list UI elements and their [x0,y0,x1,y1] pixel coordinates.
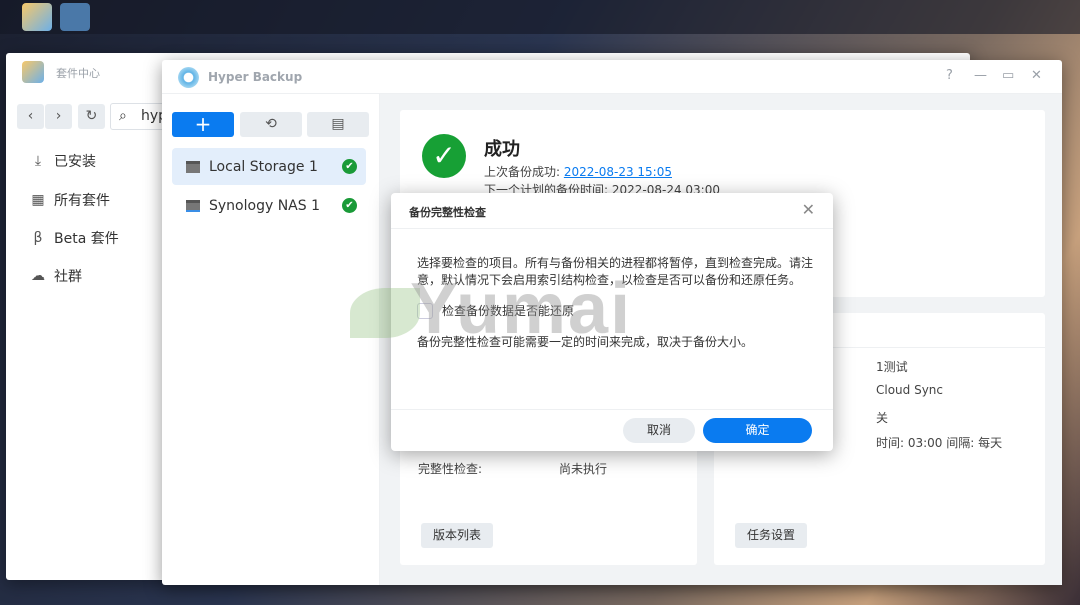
ok-button[interactable]: 确定 [703,418,812,443]
nav-all-packages[interactable]: ▦ 所有套件 [30,190,110,210]
last-backup: 上次备份成功: 2022-08-23 15:05 [484,163,672,180]
close-icon[interactable]: ✕ [802,200,815,219]
nav-community[interactable]: ☁ 社群 [30,266,82,286]
dialog-description: 选择要检查的项目。所有与备份相关的进程都将暂停，直到检查完成。请注意，默认情况下… [417,256,814,287]
grid-icon: ▦ [31,192,45,208]
integrity-check-dialog: 备份完整性检查 ✕ 选择要检查的项目。所有与备份相关的进程都将暂停，直到检查完成… [391,193,833,451]
taskbar [0,0,1080,34]
search-input[interactable]: ⌕ hyp [110,103,170,130]
checkbox-label[interactable]: 检查备份数据是否能还原 [442,303,842,320]
divider [391,228,833,229]
restore-button[interactable]: ⟲ [240,112,302,137]
package-center-taskbar-icon[interactable] [22,3,52,31]
close-icon[interactable]: ✕ [1031,68,1042,83]
search-icon: ⌕ [119,108,127,124]
nav-label: Beta 套件 [54,231,119,247]
nav-installed[interactable]: ⤓ 已安装 [30,151,96,171]
task-item[interactable]: Synology NAS 1 ✔ [172,187,366,224]
success-icon: ✓ [422,134,466,178]
window-title: Hyper Backup [208,70,303,84]
task-info-value: 时间: 03:00 间隔: 每天 [876,436,1003,450]
restore-check-checkbox[interactable] [417,303,433,319]
cancel-button[interactable]: 取消 [623,418,695,443]
download-icon: ⤓ [34,153,42,169]
status-title: 成功 [484,139,520,160]
hyper-backup-taskbar-icon[interactable] [60,3,90,31]
task-name: Local Storage 1 [209,158,318,175]
nav-label: 已安装 [54,154,96,170]
task-sidebar: + ⟲ ▤ Local Storage 1 ✔ Synology NAS 1 ✔ [162,94,380,585]
task-name: Synology NAS 1 [209,197,320,214]
storage-icon [186,160,200,173]
nas-icon [186,199,200,212]
integrity-label: 完整性检查: [418,462,483,476]
dialog-title: 备份完整性检查 [409,206,486,219]
window-title: 套件中心 [56,67,100,80]
task-info-value: 关 [876,411,889,425]
last-backup-link[interactable]: 2022-08-23 15:05 [564,165,672,179]
add-task-button[interactable]: + [172,112,234,137]
integrity-value: 尚未执行 [559,462,608,476]
back-button[interactable]: ‹ [17,104,44,129]
help-icon[interactable]: ? [946,68,953,83]
beta-icon: β [33,230,43,246]
hyper-backup-logo [178,67,199,88]
task-settings-button[interactable]: 任务设置 [735,523,808,548]
forward-button[interactable]: › [45,104,72,129]
divider [391,409,833,410]
task-item[interactable]: Local Storage 1 ✔ [172,148,366,185]
dialog-note: 备份完整性检查可能需要一定的时间来完成，取决于备份大小。 [417,335,754,349]
nav-label: 所有套件 [54,193,110,209]
task-info-value: Cloud Sync [876,383,944,397]
title-bar: Hyper Backup ? — ▭ ✕ [162,60,1062,94]
nav-label: 社群 [54,269,82,285]
maximize-icon[interactable]: ▭ [1002,68,1014,83]
log-button[interactable]: ▤ [307,112,369,137]
success-check-icon: ✔ [342,198,357,213]
last-backup-label: 上次备份成功: [484,165,564,179]
version-list-button[interactable]: 版本列表 [421,523,494,548]
nav-beta[interactable]: β Beta 套件 [30,228,119,248]
success-check-icon: ✔ [342,159,357,174]
package-center-icon [22,61,44,83]
refresh-button[interactable]: ↻ [78,104,105,129]
task-info-value: 1测试 [876,360,908,374]
community-icon: ☁ [31,268,45,284]
minimize-icon[interactable]: — [974,68,987,83]
